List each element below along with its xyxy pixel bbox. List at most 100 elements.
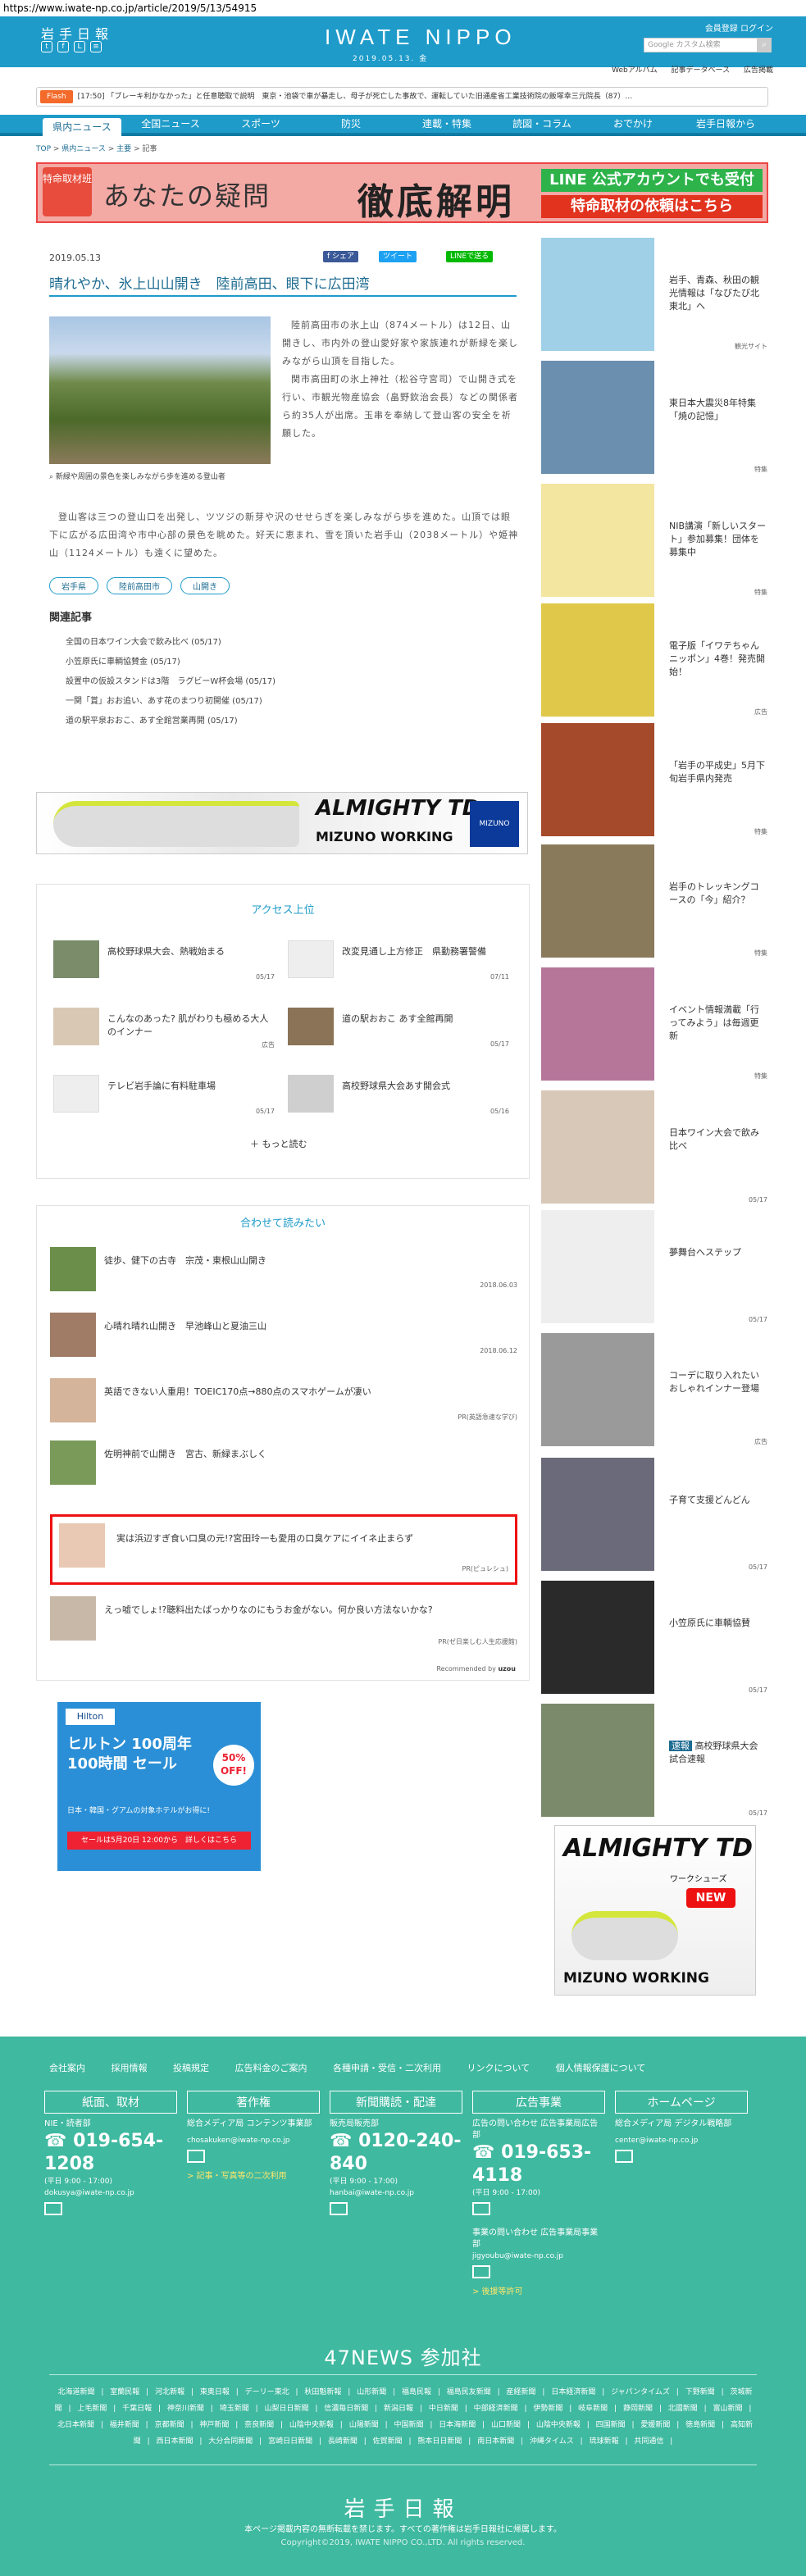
email-link[interactable]: center@iwate-np.co.jp <box>615 2135 748 2146</box>
footer-link[interactable]: 広告料金のご案内 <box>235 2063 307 2073</box>
partner-paper-link[interactable]: 下野新聞 <box>685 2388 715 2396</box>
partner-paper-link[interactable]: 東奥日報 <box>200 2388 230 2396</box>
more-button[interactable]: ＋ もっと読む <box>250 1137 307 1150</box>
partner-paper-link[interactable]: 熊本日日新聞 <box>417 2437 462 2446</box>
breadcrumb-category[interactable]: 県内ニュース <box>61 145 106 153</box>
breadcrumb-top[interactable]: TOP <box>36 145 51 153</box>
partner-paper-link[interactable]: 佐賀新聞 <box>373 2437 403 2446</box>
email-link[interactable]: dokusya@iwate-np.co.jp <box>44 2187 177 2199</box>
tag-rikuzentakata[interactable]: 陸前高田市 <box>107 577 172 594</box>
ranking-item[interactable]: 道の駅おおこ あす全館再開 05/17 <box>288 1008 509 1054</box>
breadcrumb-sub[interactable]: 主要 <box>116 145 131 153</box>
recommend-item[interactable]: 英語できない人重用！TOEIC170点→880点のスマホゲームが凄い PR(英語… <box>50 1378 517 1431</box>
partner-paper-link[interactable]: 富山新聞 <box>713 2405 743 2413</box>
sidebar-item[interactable]: 日本ワイン大会で飲み比べ 05/17 <box>541 1090 767 1205</box>
recommend-item[interactable]: 心晴れ晴れ山開き 早池峰山と夏油三山 2018.06.12 <box>50 1313 517 1365</box>
partner-paper-link[interactable]: 秋田魁新報 <box>304 2388 341 2396</box>
partner-paper-link[interactable]: 四国新聞 <box>596 2421 626 2429</box>
email-link[interactable]: hanbai@iwate-np.co.jp <box>330 2187 462 2199</box>
article-photo[interactable] <box>49 316 271 464</box>
partner-paper-link[interactable]: 琉球新報 <box>590 2437 619 2446</box>
line-icon[interactable]: L <box>74 41 85 52</box>
footer-link[interactable]: 会社案内 <box>49 2063 85 2073</box>
nav-national-news[interactable]: 全国ニュース <box>130 115 212 133</box>
partner-paper-link[interactable]: 中部経済新聞 <box>474 2405 518 2413</box>
ranking-item[interactable]: テレビ岩手論に有料駐車場 05/17 <box>53 1075 275 1121</box>
subnav-album[interactable]: Webアルバム <box>612 66 658 75</box>
footer-logo[interactable]: 岩手日報 <box>0 2492 806 2523</box>
footer-link[interactable]: リンクについて <box>467 2063 531 2073</box>
mail-icon[interactable] <box>330 2202 348 2215</box>
mail-icon[interactable] <box>44 2202 62 2215</box>
sidebar-item[interactable]: 子育て支援どんどん 05/17 <box>541 1458 767 1572</box>
partner-paper-link[interactable]: 福島民報 <box>402 2388 431 2396</box>
partner-paper-link[interactable]: 河北新報 <box>155 2388 184 2396</box>
partner-paper-link[interactable]: 上毛新聞 <box>77 2405 107 2413</box>
partner-paper-link[interactable]: 産経新聞 <box>507 2388 536 2396</box>
tag-iwate[interactable]: 岩手県 <box>49 577 98 594</box>
partner-paper-link[interactable]: 岐阜新聞 <box>578 2405 608 2413</box>
rss-icon[interactable]: ≡ <box>90 41 102 52</box>
partner-paper-link[interactable]: 中日新聞 <box>429 2405 458 2413</box>
subnav-database[interactable]: 記事データベース <box>672 66 731 75</box>
recommend-item[interactable]: えっ嘘でしょ!?聴料出たばっかりなのにもうお金がない。何か良い方法ないかな? P… <box>50 1596 517 1649</box>
related-link[interactable]: 設置中の仮設スタンドは3階 ラグビーW杯会場 (05/17) <box>66 674 275 686</box>
sidebar-item[interactable]: 電子版「イワテちゃんニッポン」4巻！発売開始！ 広告 <box>541 603 767 718</box>
facebook-share-button[interactable]: f シェア <box>323 251 359 262</box>
sidebar-item[interactable]: 「岩手の平成史」5月下旬岩手県内発売 特集 <box>541 723 767 838</box>
flash-text[interactable]: [17:50] 「ブレーキ利かなかった」と任意聴取で説明 東京・池袋で車が暴走し… <box>78 93 633 101</box>
hilton-ad[interactable]: Hilton ヒルトン 100周年 100時間 セール 50% OFF! 日本・… <box>57 1702 261 1871</box>
nav-local-news[interactable]: 県内ニュース <box>43 118 121 136</box>
side-shoe-ad[interactable]: ALMIGHTY TD ワークシューズ NEW MIZUNO WORKING <box>554 1825 756 1996</box>
twitter-icon[interactable]: t <box>41 41 52 52</box>
tweet-button[interactable]: ツイート <box>379 251 417 262</box>
partner-paper-link[interactable]: 宮崎日日新聞 <box>268 2437 312 2446</box>
partner-paper-link[interactable]: 共同通信 <box>634 2437 663 2446</box>
partner-paper-link[interactable]: 新潟日報 <box>384 2405 413 2413</box>
sidebar-item[interactable]: 小笠原氏に車輌協賛 05/17 <box>541 1581 767 1695</box>
flash-news[interactable]: Flash [17:50] 「ブレーキ利かなかった」と任意聴取で説明 東京・池袋で… <box>36 87 768 107</box>
sidebar-item[interactable]: NIB講演「新しいスタート」参加募集！団体を募集中 特集 <box>541 484 767 598</box>
partner-paper-link[interactable]: 山陽新聞 <box>349 2421 379 2429</box>
ranking-item[interactable]: 高校野球県大会、熱戦始まる 05/17 <box>53 940 275 986</box>
member-links[interactable]: 会員登録 ログイン <box>705 21 773 34</box>
partner-paper-link[interactable]: 日本海新聞 <box>439 2421 476 2429</box>
shoe-ad[interactable]: ALMIGHTY TD MIZUNO WORKING MIZUNO <box>36 792 528 854</box>
ranking-item[interactable]: 改変見通し上方修正 県勤務署警備 07/11 <box>288 940 509 986</box>
partner-paper-link[interactable]: 信濃毎日新聞 <box>324 2405 368 2413</box>
partner-paper-link[interactable]: 北日本新聞 <box>57 2421 94 2429</box>
search-icon[interactable]: ⌕ <box>757 38 772 52</box>
tag-yamabiraki[interactable]: 山開き <box>180 577 230 594</box>
email-link[interactable]: jigyoubu@iwate-np.co.jp <box>472 2251 605 2262</box>
sidebar-item[interactable]: コーデに取り入れたいおしゃれインナー登場 広告 <box>541 1333 767 1448</box>
related-link[interactable]: 全国の日本ワイン大会で飲み比べ (05/17) <box>66 635 221 647</box>
related-link[interactable]: 小笠原氏に車輌協賛金 (05/17) <box>66 654 180 667</box>
partner-paper-link[interactable]: 山梨日日新聞 <box>264 2405 308 2413</box>
secondary-use-link[interactable]: > 記事・写真等の二次利用 <box>187 2169 320 2181</box>
partner-paper-link[interactable]: 埼玉新聞 <box>220 2405 249 2413</box>
nav-features[interactable]: 連載・特集 <box>402 115 492 133</box>
email-link[interactable]: chosakuken@iwate-np.co.jp <box>187 2135 320 2146</box>
mail-icon[interactable] <box>187 2150 205 2163</box>
nav-from-nippo[interactable]: 岩手日報から <box>681 115 771 133</box>
partner-paper-link[interactable]: 中国新聞 <box>394 2421 423 2429</box>
nav-outing[interactable]: おでかけ <box>592 115 674 133</box>
partner-paper-link[interactable]: 福島民友新聞 <box>447 2388 491 2396</box>
partner-paper-link[interactable]: 長崎新聞 <box>328 2437 357 2446</box>
partner-paper-link[interactable]: 山陰中央新報 <box>536 2421 581 2429</box>
partner-paper-link[interactable]: 神奈川新聞 <box>167 2405 204 2413</box>
sidebar-item[interactable]: 速報 高校野球県大会 試合速報 05/17 <box>541 1704 767 1818</box>
site-logo[interactable]: 岩手日報 <box>41 23 113 43</box>
subnav-ads[interactable]: 広告掲載 <box>744 66 773 75</box>
footer-link[interactable]: 投稿規定 <box>173 2063 209 2073</box>
partner-paper-link[interactable]: 愛媛新聞 <box>640 2421 670 2429</box>
partner-paper-link[interactable]: 奈良新聞 <box>244 2421 274 2429</box>
search-input[interactable]: Google カスタム検索 <box>644 38 770 52</box>
recommend-item-highlighted[interactable]: 実は浜辺すぎ食い口臭の元!?宮田玲一も愛用の口臭ケアにイイネ止まらず PR(ピュ… <box>50 1514 517 1585</box>
partner-paper-link[interactable]: 山陰中央新報 <box>289 2421 334 2429</box>
special-report-banner[interactable]: 特命取材班 あなたの疑問 徹底解明 LINE 公式アカウントでも受付 特命取材の… <box>36 162 768 223</box>
partner-paper-link[interactable]: 南日本新聞 <box>477 2437 514 2446</box>
mail-icon[interactable] <box>472 2202 490 2215</box>
sponsorship-link[interactable]: > 後援等許可 <box>472 2284 605 2296</box>
nav-disaster[interactable]: 防災 <box>310 115 392 133</box>
